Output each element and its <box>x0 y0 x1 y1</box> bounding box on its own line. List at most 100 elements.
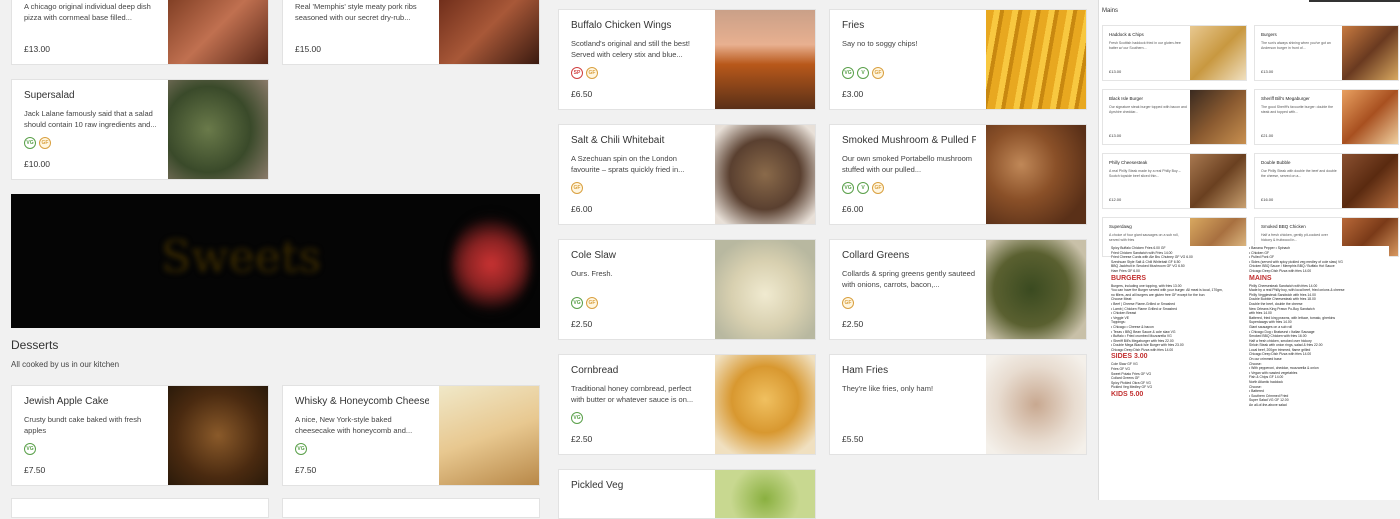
menu-item-card-pickled-veg[interactable]: Pickled Veg <box>558 469 816 519</box>
menu-item-card-partial[interactable] <box>282 498 540 518</box>
preview-item-name: Smoked BBQ Chicken <box>1261 224 1306 229</box>
printed-menu-heading: BURGERS <box>1111 274 1147 282</box>
menu-item-price: £6.00 <box>571 204 593 214</box>
menu-item-description: Our own smoked Portabello mushroom stuff… <box>842 154 973 174</box>
printed-menu-right: • Banana Pepper • Spinach • Chicken GF • P… <box>1249 246 1389 500</box>
menu-item-card-jewish-apple-cake[interactable]: Jewish Apple Cake Crusty bundt cake bake… <box>11 385 269 486</box>
menu-item-price: £3.00 <box>842 89 864 99</box>
sweets-banner: Sweets <box>11 194 540 328</box>
menu-item-card-cole-slaw[interactable]: Cole Slaw Ours. Fresh. VG GF £2.50 <box>558 239 816 340</box>
menu-item-card-fries[interactable]: Fries Say no to soggy chips! VG V GF £3.00 <box>829 9 1087 110</box>
preview-item-price: £13.00 <box>1261 69 1274 74</box>
menu-item-price: £10.00 <box>24 159 50 169</box>
menu-item-price: £13.00 <box>24 44 50 54</box>
menu-item-image <box>715 355 815 454</box>
menu-preview-panel: Mains Haddock & Chips Fresh Scottish had… <box>1098 0 1400 500</box>
menu-item-name: Salt & Chili Whitebait <box>571 135 665 146</box>
menu-item-image <box>986 10 1086 109</box>
menu-item-price: £6.00 <box>842 204 864 214</box>
menu-item-image <box>986 240 1086 339</box>
menu-item-image <box>439 0 539 64</box>
preview-item-name: Superdawg <box>1109 224 1132 229</box>
menu-item-name: Whisky & Honeycomb Cheesecake <box>295 396 429 407</box>
preview-item-price: £16.00 <box>1261 197 1274 202</box>
vegetarian-icon: V <box>857 182 869 194</box>
menu-item-price: £7.50 <box>24 465 46 475</box>
menu-item-card-buffalo-wings[interactable]: Buffalo Chicken Wings Scotland's original… <box>558 9 816 110</box>
menu-item-price: £2.50 <box>571 319 593 329</box>
preview-card-haddock[interactable]: Haddock & Chips Fresh Scottish haddock f… <box>1102 25 1247 81</box>
menu-item-description: Traditional honey cornbread, perfect wit… <box>571 384 694 404</box>
preview-item-price: £21.00 <box>1261 133 1274 138</box>
preview-item-image <box>1342 90 1398 144</box>
preview-item-price: £13.00 <box>1109 133 1122 138</box>
vegan-icon: VG <box>295 443 307 455</box>
gluten-free-icon: GF <box>586 67 598 79</box>
menu-item-price: £5.50 <box>842 434 864 444</box>
preview-item-description: Half a fresh chicken, gently pit-cooked … <box>1261 233 1328 242</box>
vegetarian-icon: V <box>857 67 869 79</box>
vegan-icon: VG <box>24 443 36 455</box>
menu-item-card-collard-greens[interactable]: Collard Greens Collards & spring greens g… <box>829 239 1087 340</box>
menu-item-card-partial[interactable] <box>11 498 269 518</box>
menu-item-image <box>715 470 815 518</box>
menu-item-card-chicago-pizza[interactable]: A chicago original individual deep dish … <box>11 0 269 65</box>
gluten-free-icon: GF <box>872 182 884 194</box>
spicy-icon: SP <box>571 67 583 79</box>
menu-item-name: Pickled Veg <box>571 480 624 491</box>
desserts-section-subtitle: All cooked by us in our kitchen <box>11 360 120 369</box>
preview-item-price: £13.00 <box>1109 69 1122 74</box>
menu-item-description: Real 'Memphis' style meaty pork ribs sea… <box>295 2 417 22</box>
preview-item-description: Our Philly Steak with double the beef an… <box>1261 169 1337 178</box>
menu-item-name: Ham Fries <box>842 365 889 376</box>
vegan-icon: VG <box>24 137 36 149</box>
menu-item-card-supersalad[interactable]: Supersalad Jack Lalane famously said tha… <box>11 79 269 180</box>
printed-menu-heading: KIDS 5.00 <box>1111 391 1144 399</box>
menu-item-name: Cole Slaw <box>571 250 617 261</box>
preview-item-description: Fresh Scottish haddock fried in our glut… <box>1109 41 1181 50</box>
gluten-free-icon: GF <box>571 182 583 194</box>
menu-item-card-whitebait[interactable]: Salt & Chili Whitebait A Szechuan spin on… <box>558 124 816 225</box>
menu-item-description: They're like fries, only ham! <box>842 384 934 393</box>
desserts-section-title: Desserts <box>11 338 59 352</box>
preview-card-black-isle-burger[interactable]: Black Isle Burger Our signature steak bu… <box>1102 89 1247 145</box>
gluten-free-icon: GF <box>842 297 854 309</box>
preview-item-image <box>1342 26 1398 80</box>
printed-menu-line: An all-of-the-above salad <box>1249 403 1287 407</box>
menu-item-price: £15.00 <box>295 44 321 54</box>
menu-item-card-smoked-mushroom[interactable]: Smoked Mushroom & Pulled Pork Our own smo… <box>829 124 1087 225</box>
gluten-free-icon: GF <box>586 297 598 309</box>
preview-item-name: Philly Cheesesteak <box>1109 160 1148 165</box>
preview-card-philly-cheesesteak[interactable]: Philly Cheesesteak A real Philly Steak m… <box>1102 153 1247 209</box>
menu-item-description: Scotland's original and still the best! … <box>571 39 691 59</box>
menu-item-name: Jewish Apple Cake <box>24 396 109 407</box>
menu-item-price: £2.50 <box>842 319 864 329</box>
preview-item-name: Haddock & Chips <box>1109 32 1144 37</box>
printed-menu-left: Spicy Buffalo Chicken Fries 6.00 GF Fried… <box>1111 246 1247 500</box>
menu-item-price: £7.50 <box>295 465 317 475</box>
preview-card-burgers[interactable]: Burgers The sun's always shining when yo… <box>1254 25 1399 81</box>
menu-item-card-cornbread[interactable]: Cornbread Traditional honey cornbread, pe… <box>558 354 816 455</box>
menu-item-image <box>168 386 268 485</box>
menu-item-description: A nice, New York-style baked cheesecake … <box>295 415 413 435</box>
gluten-free-icon: GF <box>39 137 51 149</box>
preview-item-name: Double Bubble <box>1261 160 1291 165</box>
menu-item-card-ribs[interactable]: Real 'Memphis' style meaty pork ribs sea… <box>282 0 540 65</box>
preview-item-name: Burgers <box>1261 32 1277 37</box>
preview-item-image <box>1190 26 1246 80</box>
menu-item-description: A chicago original individual deep dish … <box>24 2 151 22</box>
menu-item-card-whisky-cheesecake[interactable]: Whisky & Honeycomb Cheesecake A nice, Ne… <box>282 385 540 486</box>
menu-item-description: Crusty bundt cake baked with fresh apple… <box>24 415 142 435</box>
menu-item-image <box>439 386 539 485</box>
menu-item-price: £6.50 <box>571 89 593 99</box>
vegan-icon: VG <box>842 67 854 79</box>
preview-item-name: Black Isle Burger <box>1109 96 1144 101</box>
menu-item-description: Ours. Fresh. <box>571 269 613 278</box>
menu-item-name: Collard Greens <box>842 250 910 261</box>
preview-card-double-bubble[interactable]: Double Bubble Our Philly Steak with doub… <box>1254 153 1399 209</box>
preview-item-description: The good Sheriff's favourite burger: dou… <box>1261 105 1334 114</box>
menu-item-description: A Szechuan spin on the London favourite … <box>571 154 685 174</box>
menu-item-card-ham-fries[interactable]: Ham Fries They're like fries, only ham! £… <box>829 354 1087 455</box>
menu-item-image <box>715 125 815 224</box>
preview-card-megaburger[interactable]: Sheriff Bill's Megaburger The good Sheri… <box>1254 89 1399 145</box>
